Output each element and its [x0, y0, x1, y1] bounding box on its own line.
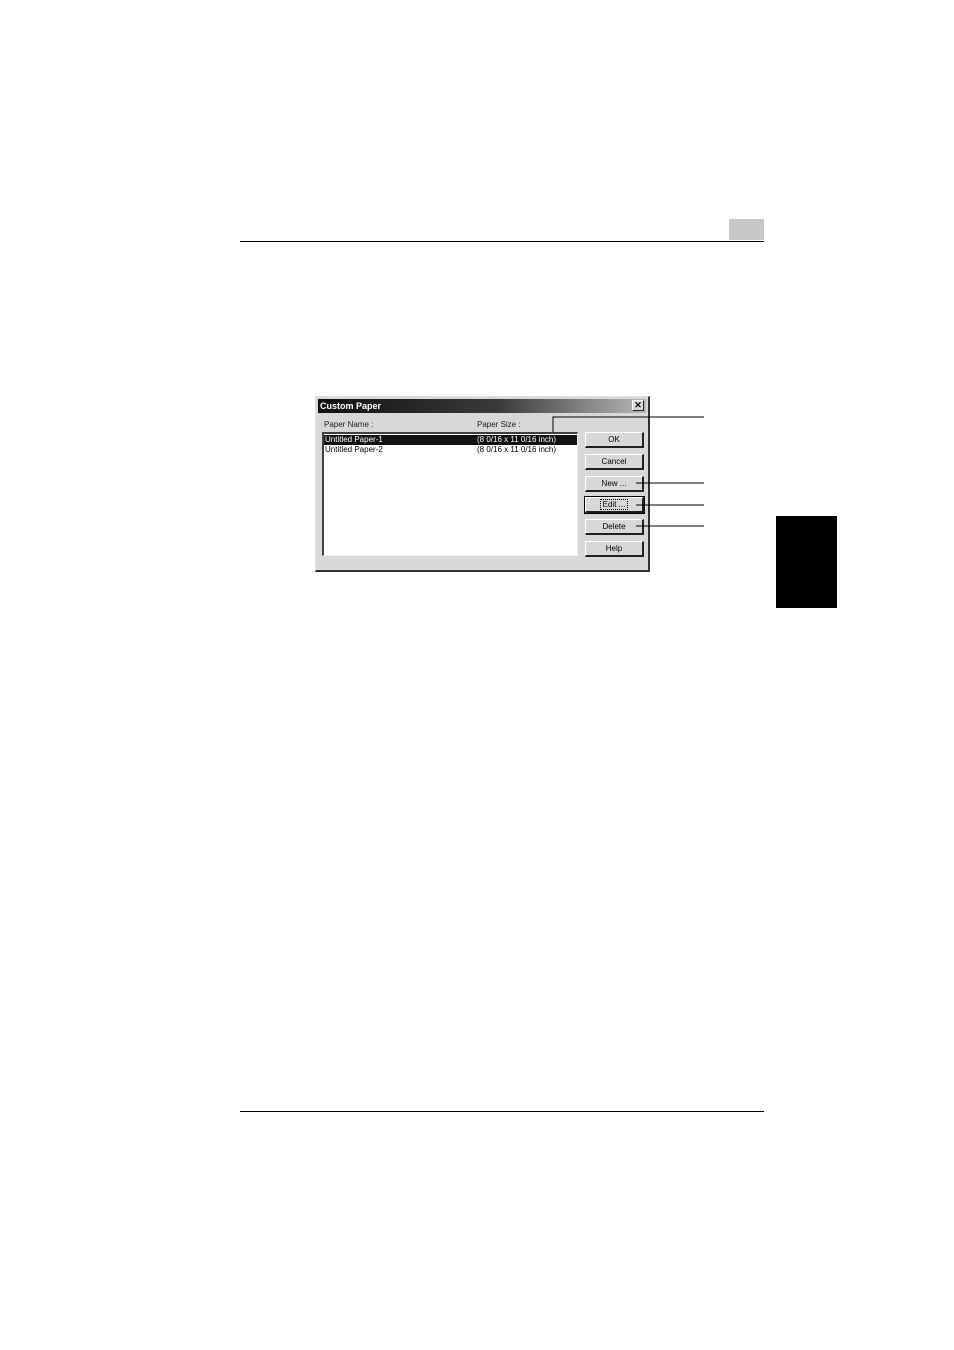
page-header-rule — [240, 241, 764, 242]
new-button[interactable]: New ... — [585, 476, 644, 492]
page-footer-rule — [240, 1111, 764, 1112]
ok-button[interactable]: OK — [585, 432, 644, 448]
paper-name-cell: Untitled Paper-2 — [325, 445, 383, 454]
dialog-title: Custom Paper — [320, 401, 382, 411]
dialog-titlebar[interactable]: Custom Paper ✕ — [318, 399, 646, 413]
new-button-label: New ... — [601, 479, 627, 488]
help-button[interactable]: Help — [585, 541, 644, 557]
close-icon: ✕ — [634, 400, 642, 410]
list-item[interactable]: Untitled Paper-1 (8 0/16 x 11 0/16 inch) — [324, 435, 577, 445]
help-button-label: Help — [605, 544, 623, 553]
chapter-tab-header — [729, 219, 764, 240]
paper-size-column-header: Paper Size : — [477, 420, 521, 429]
cancel-button-label: Cancel — [601, 457, 627, 466]
edit-button[interactable]: Edit ... — [584, 496, 645, 514]
close-button[interactable]: ✕ — [632, 400, 644, 411]
paper-name-cell: Untitled Paper-1 — [325, 435, 383, 444]
delete-button-label: Delete — [602, 522, 626, 531]
delete-button[interactable]: Delete — [585, 519, 644, 535]
paper-list[interactable]: Untitled Paper-1 (8 0/16 x 11 0/16 inch)… — [322, 432, 578, 556]
list-item[interactable]: Untitled Paper-2 (8 0/16 x 11 0/16 inch) — [324, 445, 577, 455]
paper-size-cell: (8 0/16 x 11 0/16 inch) — [477, 445, 557, 454]
edit-button-label: Edit ... — [599, 499, 629, 510]
chapter-thumb-tab — [776, 516, 837, 608]
paper-size-cell: (8 0/16 x 11 0/16 inch) — [477, 435, 557, 444]
callout-lines — [552, 416, 704, 527]
cancel-button[interactable]: Cancel — [585, 454, 644, 470]
custom-paper-dialog: Custom Paper ✕ Paper Name : Paper Size :… — [315, 396, 650, 572]
paper-name-column-header: Paper Name : — [324, 420, 374, 429]
ok-button-label: OK — [608, 435, 620, 444]
